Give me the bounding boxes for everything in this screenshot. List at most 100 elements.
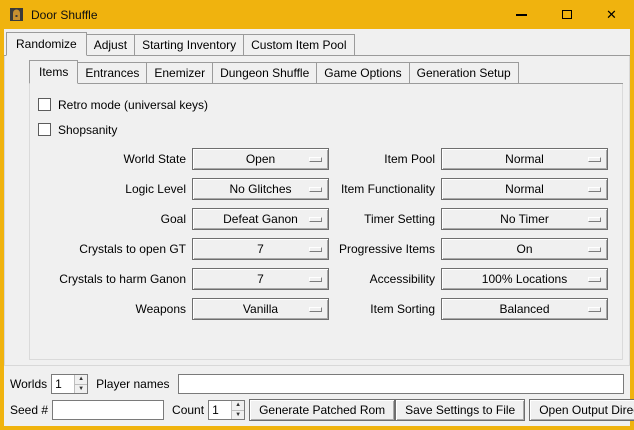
crystals-harm-ganon-dropdown[interactable]: 7 (192, 268, 329, 290)
dropdown-indicator-icon (309, 187, 322, 192)
worlds-spinner-buttons: ▲ ▼ (74, 375, 87, 393)
accessibility-value: 100% Locations (482, 272, 567, 286)
app-window: Door Shuffle ✕ Randomize Adjust Starting… (0, 0, 634, 430)
worlds-spinner-down-button[interactable]: ▼ (75, 385, 87, 394)
dropdown-indicator-icon (588, 247, 601, 252)
seed-row: Seed # Count ▲ ▼ Generate Patched Rom Sa… (10, 399, 624, 421)
item-functionality-dropdown[interactable]: Normal (441, 178, 608, 200)
dropdown-indicator-icon (309, 277, 322, 282)
app-icon (9, 7, 24, 22)
count-spinner-up-button[interactable]: ▲ (232, 401, 244, 411)
window-title: Door Shuffle (31, 8, 98, 22)
crystals-harm-ganon-label: Crystals to harm Ganon (38, 268, 186, 290)
tab-enemizer[interactable]: Enemizer (146, 62, 213, 84)
dropdown-indicator-icon (588, 217, 601, 222)
retro-mode-checkbox[interactable] (38, 98, 51, 111)
progressive-items-value: On (516, 242, 532, 256)
item-functionality-label: Item Functionality (335, 178, 435, 200)
open-output-directory-button[interactable]: Open Output Directory (529, 399, 634, 421)
weapons-value: Vanilla (243, 302, 278, 316)
item-pool-dropdown[interactable]: Normal (441, 148, 608, 170)
maximize-icon (562, 10, 572, 19)
worlds-input[interactable] (52, 375, 74, 393)
tab-dungeon-shuffle[interactable]: Dungeon Shuffle (212, 62, 317, 84)
dropdown-indicator-icon (588, 187, 601, 192)
world-state-value: Open (246, 152, 275, 166)
options-grid: World State Open Item Pool Normal Logic … (38, 148, 614, 320)
worlds-spinner-up-button[interactable]: ▲ (75, 375, 87, 385)
shopsanity-row: Shopsanity (38, 117, 614, 142)
minimize-icon (516, 14, 527, 16)
world-state-dropdown[interactable]: Open (192, 148, 329, 170)
timer-setting-label: Timer Setting (335, 208, 435, 230)
tab-adjust[interactable]: Adjust (86, 34, 135, 56)
window-controls: ✕ (499, 0, 634, 29)
progressive-items-label: Progressive Items (335, 238, 435, 260)
progressive-items-dropdown[interactable]: On (441, 238, 608, 260)
generate-patched-rom-button[interactable]: Generate Patched Rom (249, 399, 395, 421)
accessibility-label: Accessibility (335, 268, 435, 290)
world-state-label: World State (38, 148, 186, 170)
weapons-label: Weapons (38, 298, 186, 320)
close-button[interactable]: ✕ (589, 0, 634, 29)
titlebar: Door Shuffle ✕ (0, 0, 634, 29)
items-tab-panel: Retro mode (universal keys) Shopsanity W… (29, 84, 623, 360)
client-area: Randomize Adjust Starting Inventory Cust… (4, 29, 630, 426)
item-pool-value: Normal (505, 152, 544, 166)
main-tab-bar: Randomize Adjust Starting Inventory Cust… (4, 29, 630, 56)
tab-game-options[interactable]: Game Options (316, 62, 409, 84)
goal-dropdown[interactable]: Defeat Ganon (192, 208, 329, 230)
randomize-tab-panel: Items Entrances Enemizer Dungeon Shuffle… (4, 56, 630, 366)
shopsanity-checkbox[interactable] (38, 123, 51, 136)
tab-randomize[interactable]: Randomize (6, 32, 87, 56)
dropdown-indicator-icon (309, 217, 322, 222)
maximize-button[interactable] (544, 0, 589, 29)
player-names-label: Player names (96, 377, 169, 391)
dropdown-indicator-icon (588, 307, 601, 312)
goal-label: Goal (38, 208, 186, 230)
timer-setting-dropdown[interactable]: No Timer (441, 208, 608, 230)
timer-setting-value: No Timer (500, 212, 549, 226)
retro-mode-label: Retro mode (universal keys) (58, 98, 208, 112)
worlds-row: Worlds ▲ ▼ Player names (10, 373, 624, 395)
tab-starting-inventory[interactable]: Starting Inventory (134, 34, 244, 56)
dropdown-indicator-icon (309, 157, 322, 162)
tab-generation-setup[interactable]: Generation Setup (409, 62, 519, 84)
save-settings-button[interactable]: Save Settings to File (395, 399, 525, 421)
worlds-spinner: ▲ ▼ (51, 374, 88, 394)
accessibility-dropdown[interactable]: 100% Locations (441, 268, 608, 290)
dropdown-indicator-icon (588, 157, 601, 162)
count-input[interactable] (209, 401, 231, 419)
count-spinner-down-button[interactable]: ▼ (232, 411, 244, 420)
close-icon: ✕ (606, 8, 617, 21)
seed-input[interactable] (52, 400, 164, 420)
crystals-open-gt-label: Crystals to open GT (38, 238, 186, 260)
item-sorting-label: Item Sorting (335, 298, 435, 320)
tab-custom-item-pool[interactable]: Custom Item Pool (243, 34, 354, 56)
dropdown-indicator-icon (309, 247, 322, 252)
crystals-open-gt-dropdown[interactable]: 7 (192, 238, 329, 260)
item-functionality-value: Normal (505, 182, 544, 196)
count-label: Count (172, 403, 204, 417)
tab-items[interactable]: Items (29, 60, 78, 84)
retro-mode-row: Retro mode (universal keys) (38, 92, 614, 117)
minimize-button[interactable] (499, 0, 544, 29)
player-names-input[interactable] (178, 374, 625, 394)
item-sorting-dropdown[interactable]: Balanced (441, 298, 608, 320)
crystals-open-gt-value: 7 (257, 242, 264, 256)
dropdown-indicator-icon (309, 307, 322, 312)
count-spinner-buttons: ▲ ▼ (231, 401, 244, 419)
seed-label: Seed # (10, 403, 48, 417)
logic-level-dropdown[interactable]: No Glitches (192, 178, 329, 200)
goal-value: Defeat Ganon (223, 212, 298, 226)
shopsanity-label: Shopsanity (58, 123, 117, 137)
weapons-dropdown[interactable]: Vanilla (192, 298, 329, 320)
item-pool-label: Item Pool (335, 148, 435, 170)
worlds-label: Worlds (10, 377, 47, 391)
logic-level-label: Logic Level (38, 178, 186, 200)
item-sorting-value: Balanced (499, 302, 549, 316)
logic-level-value: No Glitches (229, 182, 291, 196)
tab-entrances[interactable]: Entrances (77, 62, 147, 84)
dropdown-indicator-icon (588, 277, 601, 282)
count-spinner: ▲ ▼ (208, 400, 245, 420)
